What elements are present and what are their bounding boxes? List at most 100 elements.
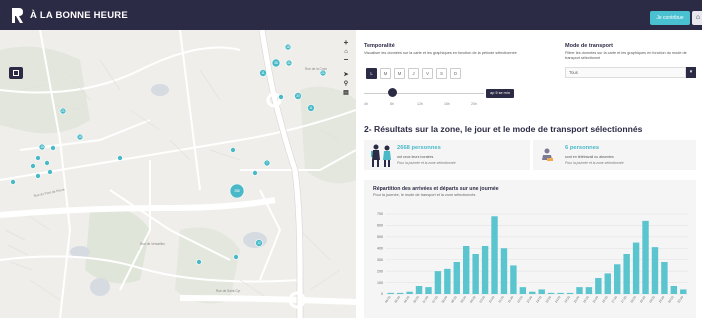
x-tick-label: 11:00	[497, 295, 505, 304]
map-view[interactable]: Rue du Pont de Pierre Rue de Versailles …	[0, 30, 356, 318]
svg-text:7: 7	[266, 161, 268, 165]
svg-text:Rue de Saint-Cyr: Rue de Saint-Cyr	[216, 289, 241, 293]
x-tick-label: 17:00	[610, 295, 618, 304]
chart-bar	[425, 287, 432, 294]
chart-bar	[491, 216, 498, 294]
layers-button[interactable]	[9, 67, 23, 79]
chart-bar	[500, 248, 508, 294]
y-tick-label: 600	[377, 224, 383, 228]
svg-text:21: 21	[61, 109, 65, 113]
x-tick-label: 20:00	[667, 295, 675, 304]
day-button-thursday[interactable]: J	[408, 68, 419, 79]
x-tick-label: 14:30	[563, 295, 571, 304]
x-tick-label: 16:30	[601, 295, 609, 304]
chart-bar	[481, 246, 489, 294]
svg-text:41: 41	[287, 61, 291, 65]
x-tick-label: 13:30	[544, 295, 552, 304]
x-tick-label: 06:00	[403, 295, 411, 304]
chart-bar	[642, 220, 649, 294]
zoom-out-button[interactable]: −	[341, 55, 351, 65]
svg-text:15: 15	[78, 135, 82, 139]
time-slider-track[interactable]	[364, 93, 484, 94]
y-tick-label: 700	[377, 212, 383, 216]
x-tick-label: 10:30	[488, 295, 496, 304]
day-button-saturday[interactable]: S	[436, 68, 447, 79]
svg-text:11: 11	[309, 106, 313, 110]
svg-text:Rue de Versailles: Rue de Versailles	[140, 242, 165, 246]
map-marker: 38	[271, 58, 281, 68]
x-tick-label: 06:30	[412, 295, 420, 304]
map-marker	[50, 145, 56, 151]
chart-bar	[387, 292, 394, 294]
chart-bar	[670, 286, 678, 294]
map-marker	[117, 155, 123, 161]
chart-bar	[632, 242, 640, 294]
print-icon[interactable]: ▤	[341, 88, 351, 98]
x-tick-label: 05:00	[384, 295, 392, 304]
temporalite-title: Temporalité	[364, 43, 395, 49]
slider-tick: 20h	[471, 102, 477, 106]
chart-bar	[614, 264, 621, 294]
map-marker	[252, 170, 258, 176]
x-tick-label: 09:30	[469, 295, 477, 304]
transport-title: Mode de transport	[565, 43, 613, 49]
map-marker: 288	[229, 183, 245, 199]
contribute-button[interactable]: Je contribue	[650, 11, 690, 25]
chart-bar	[453, 262, 460, 294]
chart-subtitle: Pour la journée, le mode de transport et…	[373, 193, 476, 197]
stat-description: sont en télétravail ou absentes	[565, 155, 614, 159]
x-tick-label: 20:30	[677, 295, 685, 304]
map-canvas[interactable]: Rue du Pont de Pierre Rue de Versailles …	[0, 30, 356, 318]
day-button-sunday[interactable]: D	[450, 68, 461, 79]
chart-bar	[557, 292, 564, 294]
chart-bar	[661, 262, 668, 294]
chart-bar	[538, 289, 545, 294]
map-marker	[35, 155, 41, 161]
map-marker: 21	[319, 69, 327, 77]
chart-bar	[472, 254, 479, 294]
map-marker	[10, 179, 16, 185]
person-laptop-icon	[542, 148, 553, 161]
stat-number: 2668 personnes	[397, 145, 441, 151]
chart-bar	[415, 286, 423, 294]
x-tick-label: 10:00	[478, 295, 486, 304]
chart-bar	[623, 254, 630, 294]
home-icon[interactable]: ⌂	[692, 11, 702, 25]
x-tick-label: 18:30	[639, 295, 647, 304]
transport-select[interactable]: Tous	[565, 67, 686, 78]
stat-note: Pour la journée et la zone sélectionnée	[397, 161, 456, 165]
chart-bar	[680, 289, 687, 294]
chart-bar	[566, 292, 574, 294]
x-tick-label: 13:00	[535, 295, 543, 304]
layers-icon	[13, 70, 19, 76]
x-tick-label: 14:00	[554, 295, 562, 304]
map-marker	[47, 169, 53, 175]
slider-tick: 8h	[390, 102, 394, 106]
map-marker	[233, 254, 239, 260]
logo-icon[interactable]	[10, 7, 24, 24]
map-marker	[196, 259, 202, 265]
chart-bar	[585, 287, 593, 294]
map-marker: 41	[285, 59, 293, 67]
app-title[interactable]: À LA BONNE HEURE	[30, 10, 128, 21]
day-button-wednesday[interactable]: M	[394, 68, 405, 79]
map-marker: 21	[59, 107, 67, 115]
chart-bar	[510, 265, 517, 294]
map-marker	[278, 94, 284, 100]
map-marker: 12	[255, 239, 263, 247]
x-tick-label: 09:00	[459, 295, 467, 304]
svg-text:11: 11	[261, 71, 265, 75]
chart-bar	[434, 271, 442, 294]
day-button-friday[interactable]: V	[422, 68, 433, 79]
x-tick-label: 12:30	[526, 295, 534, 304]
x-tick-label: 12:00	[516, 295, 524, 304]
svg-text:18: 18	[286, 45, 290, 49]
x-tick-label: 07:30	[431, 295, 439, 304]
day-button-tuesday[interactable]: M	[380, 68, 391, 79]
chart-bar	[529, 291, 536, 294]
bar-chart: 0 100 200 300 400 500 600 700 05:00 05:30 06:00 06:…	[377, 212, 688, 304]
day-button-monday[interactable]: L	[366, 68, 377, 79]
chevron-down-icon[interactable]: ▾	[686, 67, 696, 78]
x-tick-label: 07:00	[422, 295, 430, 304]
time-slider-thumb[interactable]	[388, 88, 397, 97]
